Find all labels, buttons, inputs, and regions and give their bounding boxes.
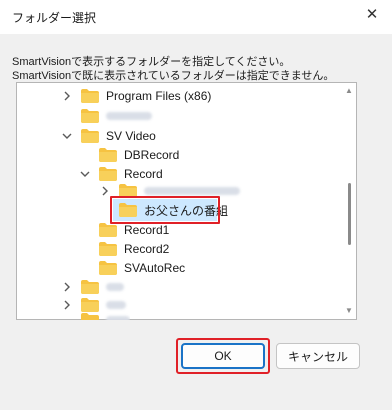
tree-item-label: DBRecord: [124, 148, 180, 162]
redacted-label: [144, 187, 240, 195]
vertical-scrollbar[interactable]: ▲ ▼: [342, 83, 356, 319]
redacted-label: [106, 112, 152, 120]
close-icon[interactable]: ✕: [364, 7, 380, 23]
redacted-label: [106, 283, 124, 291]
tree-item-record1[interactable]: Record1: [80, 220, 169, 240]
tree-item-redacted[interactable]: [62, 277, 124, 297]
redacted-label: [106, 301, 126, 309]
tree-item-redacted[interactable]: [80, 311, 130, 320]
cancel-button[interactable]: キャンセル: [276, 343, 360, 369]
tree-item-selected-folder[interactable]: お父さんの番組: [100, 200, 228, 220]
tree-item-label: Program Files (x86): [106, 89, 212, 103]
folder-icon: [99, 223, 117, 237]
folder-icon: [99, 242, 117, 256]
chevron-right-icon[interactable]: [62, 277, 72, 297]
tree-item-svautorec[interactable]: SVAutoRec: [80, 258, 185, 278]
tree-item-sv-video[interactable]: SV Video: [62, 126, 156, 146]
scroll-up-icon[interactable]: ▲: [345, 86, 353, 96]
tree-item-label: Record: [124, 167, 163, 181]
folder-icon: [81, 109, 99, 123]
folder-icon: [81, 129, 99, 143]
chevron-right-icon[interactable]: [62, 295, 72, 315]
chevron-down-icon[interactable]: [80, 164, 90, 184]
folder-icon: [81, 312, 99, 320]
tree-item-program-files-x86[interactable]: Program Files (x86): [62, 86, 211, 106]
ok-button[interactable]: OK: [181, 343, 265, 369]
folder-icon: [99, 167, 117, 181]
scroll-thumb[interactable]: [348, 183, 351, 245]
tree-item-label: お父さんの番組: [144, 203, 229, 218]
scroll-down-icon[interactable]: ▼: [345, 306, 353, 316]
folder-icon: [81, 280, 99, 294]
tree-item-label: SVAutoRec: [124, 261, 186, 275]
tree-item-redacted[interactable]: [62, 106, 152, 126]
tree-item-redacted[interactable]: [100, 181, 240, 201]
title-bar: フォルダー選択 ✕: [0, 0, 392, 34]
instruction-line-2: SmartVisionで既に表示されているフォルダーは指定できません。: [12, 70, 335, 82]
redacted-label: [106, 315, 130, 320]
window-title: フォルダー選択: [12, 11, 97, 25]
folder-icon: [119, 184, 137, 198]
tree-item-label: Record2: [124, 242, 170, 256]
folder-icon: [99, 148, 117, 162]
folder-icon: [99, 261, 117, 275]
tree-item-label: SV Video: [106, 129, 156, 143]
folder-icon: [81, 89, 99, 103]
folder-icon: [119, 203, 137, 217]
chevron-right-icon[interactable]: [100, 181, 110, 201]
chevron-right-icon[interactable]: [62, 86, 72, 106]
tree-item-record2[interactable]: Record2: [80, 239, 169, 259]
tree-item-label: Record1: [124, 223, 170, 237]
tree-item-dbrecord[interactable]: DBRecord: [80, 145, 179, 165]
chevron-down-icon[interactable]: [62, 126, 72, 146]
